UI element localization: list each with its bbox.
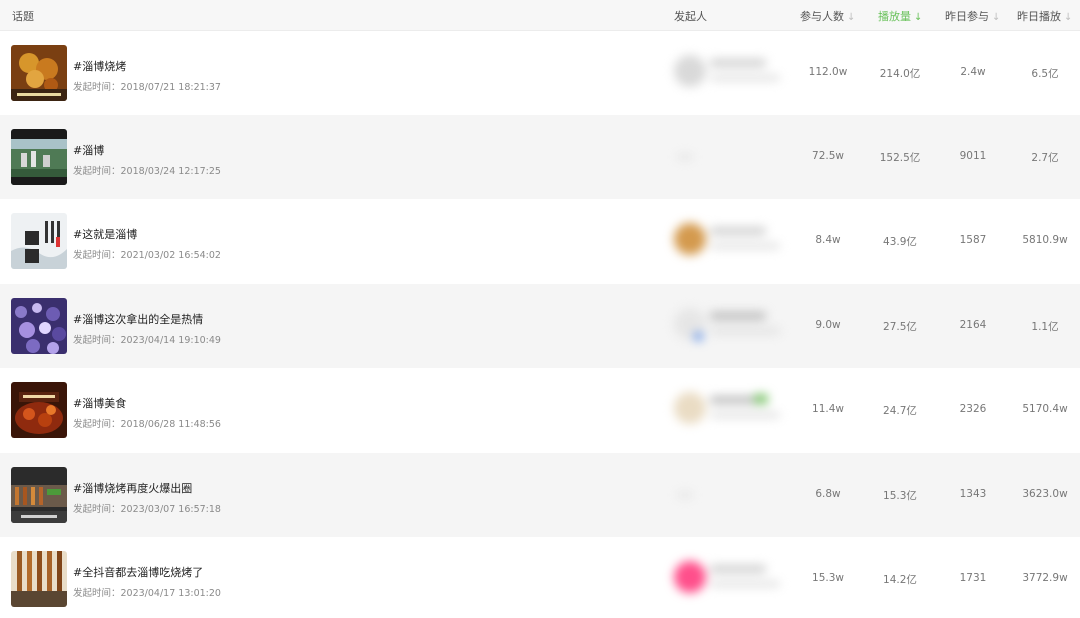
initiator-blurred bbox=[668, 213, 788, 269]
header-participants-label: 参与人数 bbox=[800, 10, 844, 23]
topic-start-time: 发起时间：2023/04/14 19:10:49 bbox=[73, 335, 221, 346]
sort-yesterday-plays-button[interactable]: 昨日播放 ↓ bbox=[1017, 8, 1072, 24]
plays-value: 214.0亿 bbox=[879, 68, 921, 80]
table-row[interactable]: #这就是淄博 发起时间：2021/03/02 16:54:02 8.4w 43.… bbox=[0, 199, 1080, 283]
participants-value: 8.4w bbox=[815, 234, 841, 246]
topic-title[interactable]: #淄博 bbox=[73, 142, 104, 158]
participants-value: 6.8w bbox=[815, 488, 841, 500]
header-topic: 话题 bbox=[12, 10, 34, 23]
topic-title[interactable]: #全抖音都去淄博吃烧烤了 bbox=[73, 564, 203, 580]
topic-thumbnail[interactable] bbox=[11, 213, 67, 269]
participants-value: 9.0w bbox=[815, 319, 841, 331]
avatar bbox=[674, 55, 706, 87]
yesterday-participants-value: 1731 bbox=[959, 572, 987, 584]
plays-value: 15.3亿 bbox=[883, 490, 917, 502]
sort-plays-button[interactable]: 播放量 ↓ bbox=[878, 8, 922, 24]
yesterday-participants-value: 2164 bbox=[959, 319, 987, 331]
table-row[interactable]: #淄博烧烤再度火爆出圈 发起时间：2023/03/07 16:57:18 6.8… bbox=[0, 453, 1080, 537]
header-yesterday-plays-label: 昨日播放 bbox=[1017, 10, 1061, 23]
participants-value: 15.3w bbox=[812, 572, 844, 584]
plays-value: 43.9亿 bbox=[883, 236, 917, 248]
topic-title[interactable]: #淄博烧烤 bbox=[73, 58, 126, 74]
plays-value: 152.5亿 bbox=[879, 152, 921, 164]
plays-value: 14.2亿 bbox=[883, 574, 917, 586]
participants-value: 112.0w bbox=[808, 66, 848, 78]
sort-down-icon: ↓ bbox=[914, 12, 923, 23]
sort-participants-button[interactable]: 参与人数 ↓ bbox=[800, 8, 855, 24]
sort-down-icon: ↓ bbox=[1064, 12, 1073, 23]
sort-down-icon: ↓ bbox=[847, 12, 856, 23]
topic-start-time: 发起时间：2018/06/28 11:48:56 bbox=[73, 419, 221, 430]
topic-start-time: 发起时间：2018/03/24 12:17:25 bbox=[73, 166, 221, 177]
topic-thumbnail[interactable] bbox=[11, 467, 67, 523]
table-row[interactable]: #全抖音都去淄博吃烧烤了 发起时间：2023/04/17 13:01:20 15… bbox=[0, 537, 1080, 618]
table-header: 话题 发起人 参与人数 ↓ 播放量 ↓ 昨日参与 ↓ 昨日播放 ↓ bbox=[0, 0, 1080, 31]
plays-value: 27.5亿 bbox=[883, 321, 917, 333]
topic-thumbnail[interactable] bbox=[11, 129, 67, 185]
header-plays-label: 播放量 bbox=[878, 10, 911, 23]
yesterday-plays-value: 1.1亿 bbox=[1031, 321, 1059, 333]
header-initiator: 发起人 bbox=[674, 10, 707, 23]
yesterday-participants-value: 2326 bbox=[959, 403, 987, 415]
initiator-blurred bbox=[668, 467, 788, 523]
yesterday-plays-value: 5810.9w bbox=[1022, 234, 1068, 246]
sort-yesterday-participants-button[interactable]: 昨日参与 ↓ bbox=[945, 8, 1000, 24]
sort-down-icon: ↓ bbox=[992, 12, 1001, 23]
initiator-blurred bbox=[668, 382, 788, 438]
table-row[interactable]: #淄博美食 发起时间：2018/06/28 11:48:56 11.4w 24.… bbox=[0, 368, 1080, 452]
topic-start-time: 发起时间：2021/03/02 16:54:02 bbox=[73, 250, 221, 261]
plays-value: 24.7亿 bbox=[883, 405, 917, 417]
yesterday-participants-value: 1343 bbox=[959, 488, 987, 500]
topic-start-time: 发起时间：2023/03/07 16:57:18 bbox=[73, 504, 221, 515]
table-row[interactable]: #淄博这次拿出的全是热情 发起时间：2023/04/14 19:10:49 9.… bbox=[0, 284, 1080, 368]
yesterday-plays-value: 3772.9w bbox=[1022, 572, 1068, 584]
header-yesterday-participants-label: 昨日参与 bbox=[945, 10, 989, 23]
topic-start-time: 发起时间：2018/07/21 18:21:37 bbox=[73, 82, 221, 93]
table-row[interactable]: #淄博烧烤 发起时间：2018/07/21 18:21:37 112.0w 21… bbox=[0, 31, 1080, 115]
yesterday-plays-value: 2.7亿 bbox=[1031, 152, 1059, 164]
yesterday-participants-value: 9011 bbox=[959, 150, 987, 162]
topic-thumbnail[interactable] bbox=[11, 551, 67, 607]
participants-value: 11.4w bbox=[812, 403, 844, 415]
topic-title[interactable]: #淄博烧烤再度火爆出圈 bbox=[73, 480, 192, 496]
topic-ranking-table: 话题 发起人 参与人数 ↓ 播放量 ↓ 昨日参与 ↓ 昨日播放 ↓ #淄博烧烤 发起时间… bbox=[0, 0, 1080, 618]
yesterday-plays-value: 5170.4w bbox=[1022, 403, 1068, 415]
topic-thumbnail[interactable] bbox=[11, 382, 67, 438]
avatar bbox=[674, 561, 706, 593]
initiator-blurred bbox=[668, 551, 788, 607]
table-row[interactable]: #淄博 发起时间：2018/03/24 12:17:25 72.5w 152.5… bbox=[0, 115, 1080, 199]
topic-start-time: 发起时间：2023/04/17 13:01:20 bbox=[73, 588, 221, 599]
initiator-blurred bbox=[668, 45, 788, 101]
initiator-blurred bbox=[668, 298, 788, 354]
participants-value: 72.5w bbox=[812, 150, 844, 162]
avatar bbox=[674, 223, 706, 255]
yesterday-participants-value: 1587 bbox=[959, 234, 987, 246]
yesterday-plays-value: 3623.0w bbox=[1022, 488, 1068, 500]
topic-title[interactable]: #淄博美食 bbox=[73, 395, 126, 411]
topic-thumbnail[interactable] bbox=[11, 298, 67, 354]
topic-thumbnail[interactable] bbox=[11, 45, 67, 101]
topic-title[interactable]: #这就是淄博 bbox=[73, 226, 137, 242]
yesterday-plays-value: 6.5亿 bbox=[1031, 68, 1059, 80]
initiator-blurred bbox=[668, 129, 788, 185]
topic-title[interactable]: #淄博这次拿出的全是热情 bbox=[73, 311, 203, 327]
yesterday-participants-value: 2.4w bbox=[960, 66, 986, 78]
avatar bbox=[674, 392, 706, 424]
